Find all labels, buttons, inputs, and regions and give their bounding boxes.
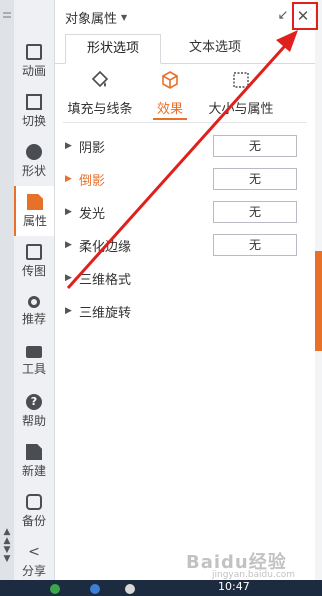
taskbar: 10:47 [0, 580, 322, 596]
annotation-arrow [66, 30, 298, 290]
watermark-url: jingyan.baidu.com [212, 570, 296, 580]
app-icon[interactable] [90, 584, 100, 594]
app-icon[interactable] [125, 584, 135, 594]
clock[interactable]: 10:47 [218, 580, 250, 594]
app-icon[interactable] [50, 584, 60, 594]
